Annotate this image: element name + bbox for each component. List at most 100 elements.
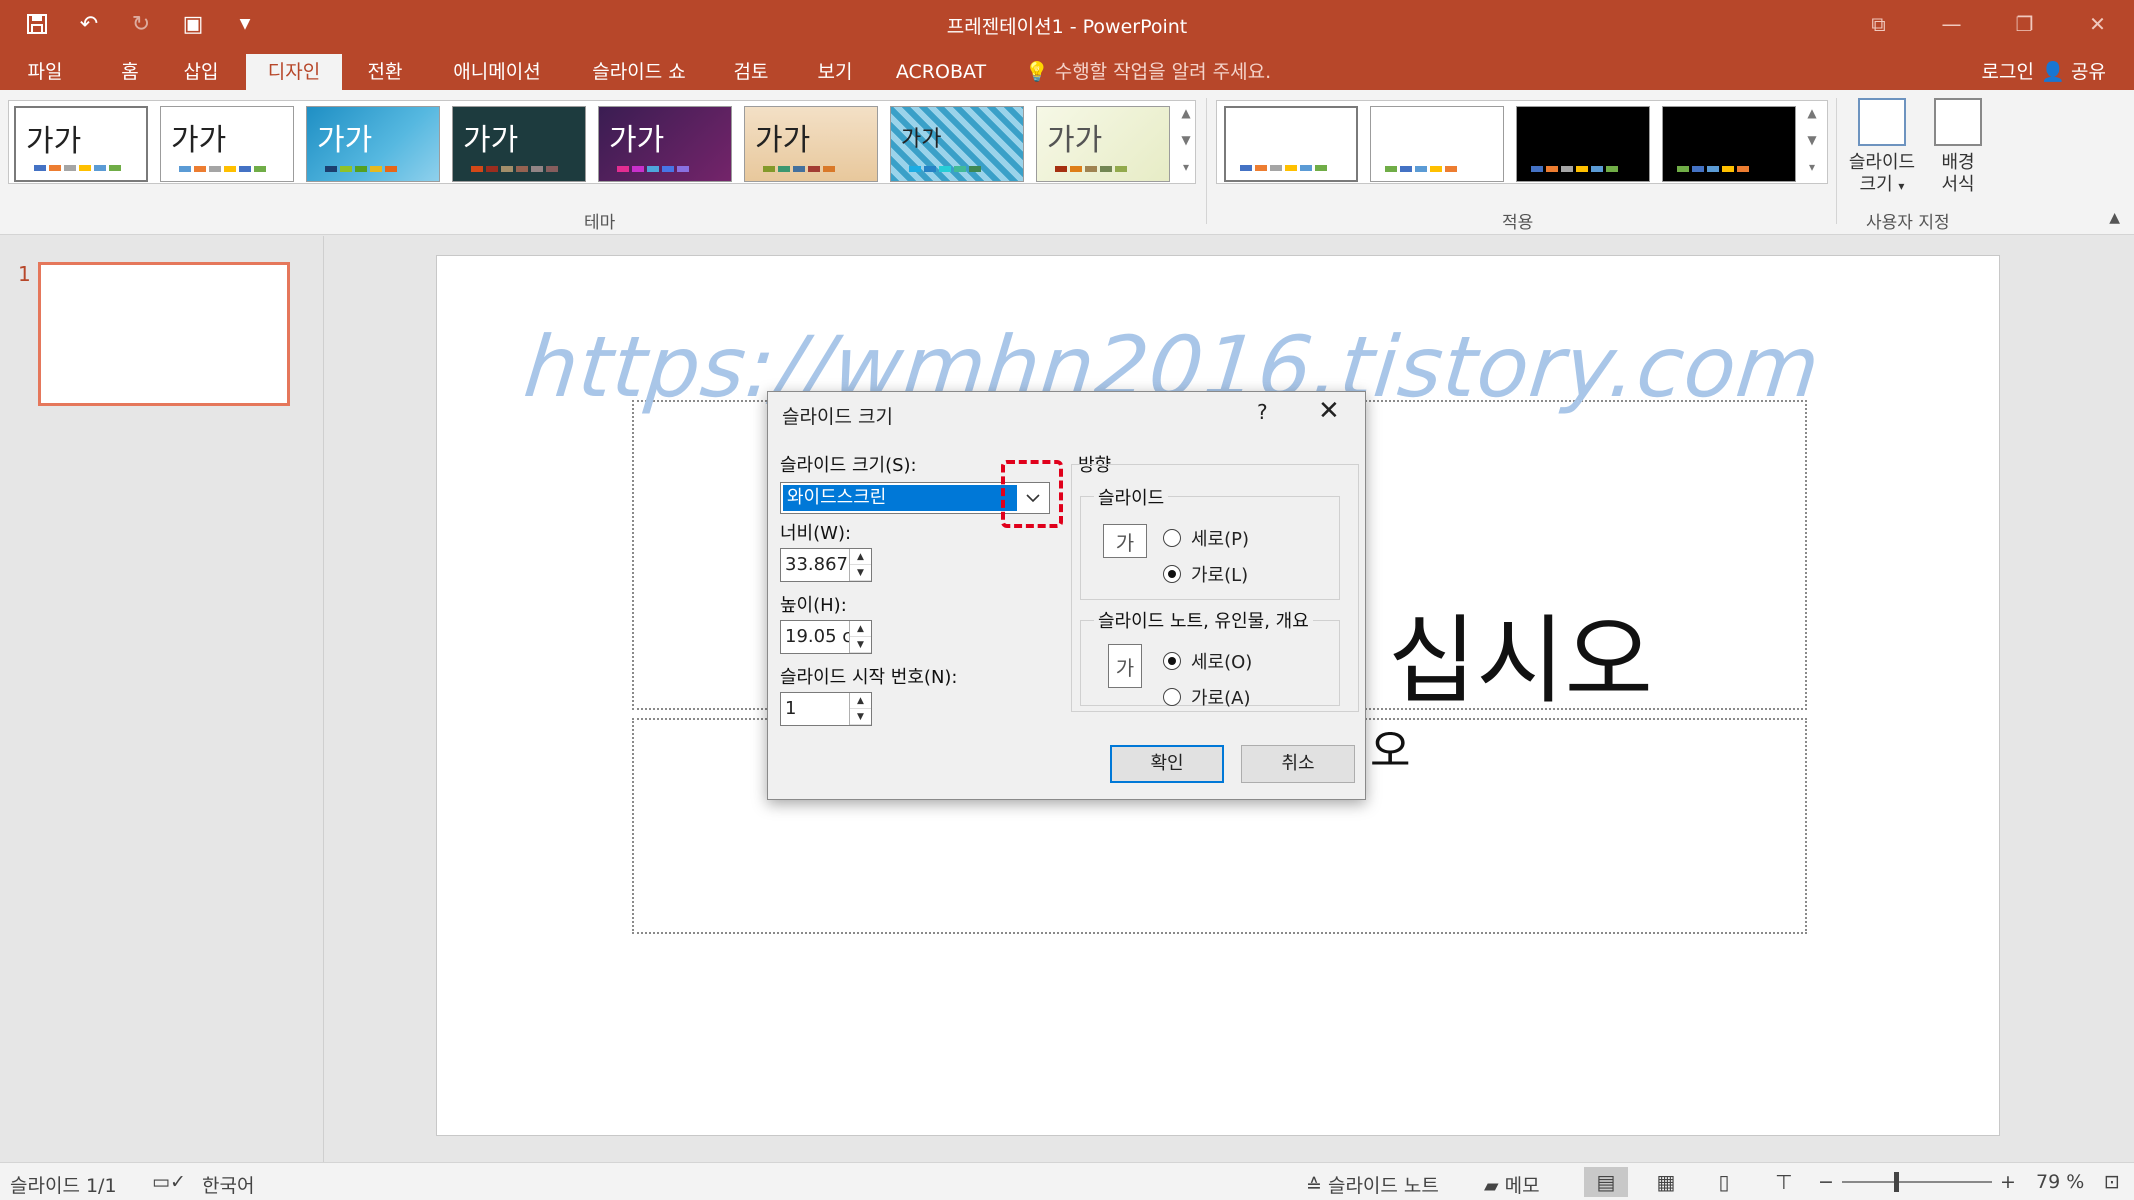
spell-check-icon[interactable]: ▭✓ xyxy=(152,1171,186,1193)
theme-wisp[interactable]: 가가 xyxy=(1036,106,1170,182)
slide-size-selected: 와이드스크린 xyxy=(783,485,1017,511)
close-icon[interactable]: ✕ xyxy=(1318,396,1340,426)
themes-scroll[interactable]: ▲ ▼ ▾ xyxy=(1176,100,1196,181)
zoom-in-icon[interactable]: + xyxy=(2000,1171,2016,1193)
variant-4[interactable] xyxy=(1662,106,1796,182)
variant-2[interactable] xyxy=(1370,106,1504,182)
reading-view-icon[interactable]: ▯ xyxy=(1702,1167,1746,1197)
window-controls: ⧉ — ❐ ✕ xyxy=(1842,0,2134,48)
chevron-down-icon: ▾ xyxy=(1898,179,1905,193)
slides-portrait-option[interactable]: 세로(P) xyxy=(1163,525,1249,551)
slide-sorter-icon[interactable]: ▦ xyxy=(1644,1167,1688,1197)
slide-size-dialog: 슬라이드 크기 ? ✕ 슬라이드 크기(S): 와이드스크린 너비(W): 33… xyxy=(767,391,1366,800)
tab-transitions[interactable]: 전환 xyxy=(352,54,418,90)
width-stepper[interactable]: 33.867 cm ▲▼ xyxy=(780,548,872,582)
spin-down-icon[interactable]: ▼ xyxy=(850,565,871,581)
spin-down-icon[interactable]: ▼ xyxy=(850,709,871,725)
theme-sample-text: 가가 xyxy=(901,127,942,152)
share-button[interactable]: 👤 공유 xyxy=(2041,54,2106,90)
group-separator xyxy=(1206,98,1207,224)
tab-acrobat[interactable]: ACROBAT xyxy=(886,54,996,90)
variants-scroll[interactable]: ▲ ▼ ▾ xyxy=(1802,100,1822,181)
status-bar: 슬라이드 1/1 ▭✓ 한국어 ≙ 슬라이드 노트 ▰ 메모 ▤ ▦ ▯ ⊤ −… xyxy=(0,1162,2134,1200)
comments-label: 메모 xyxy=(1504,1175,1540,1197)
page-icon-text: 가 xyxy=(1115,530,1135,555)
radio-button-selected[interactable] xyxy=(1163,565,1181,583)
theme-office-2[interactable]: 가가 xyxy=(160,106,294,182)
notes-landscape-label: 가로(A) xyxy=(1191,688,1251,709)
scroll-up-icon[interactable]: ▲ xyxy=(1807,100,1816,127)
slides-landscape-option[interactable]: 가로(L) xyxy=(1163,561,1248,587)
normal-view-icon[interactable]: ▤ xyxy=(1584,1167,1628,1197)
notes-icon: ≙ xyxy=(1306,1175,1322,1197)
zoom-slider[interactable] xyxy=(1842,1181,1992,1183)
more-icon[interactable]: ▾ xyxy=(1809,154,1815,181)
height-value: 19.05 cm xyxy=(785,626,849,647)
language-indicator[interactable]: 한국어 xyxy=(202,1171,254,1198)
ribbon-tabs: 파일 홈 삽입 디자인 전환 애니메이션 슬라이드 쇼 검토 보기 ACROBA… xyxy=(0,48,2134,90)
tab-animations[interactable]: 애니메이션 xyxy=(436,54,558,90)
theme-facet[interactable]: 가가 xyxy=(306,106,440,182)
theme-office[interactable]: 가가 xyxy=(14,106,148,182)
zoom-level[interactable]: 79 % xyxy=(2036,1171,2084,1193)
fit-to-window-icon[interactable]: ⊡ xyxy=(2104,1171,2120,1193)
spin-up-icon[interactable]: ▲ xyxy=(850,621,871,637)
cancel-button[interactable]: 취소 xyxy=(1241,745,1355,783)
slideshow-view-icon[interactable]: ⊤ xyxy=(1762,1167,1806,1197)
start-number-stepper[interactable]: 1 ▲ ▼ xyxy=(780,692,872,726)
start-number-value: 1 xyxy=(785,698,797,719)
scroll-down-icon[interactable]: ▼ xyxy=(1181,127,1190,154)
tab-insert[interactable]: 삽입 xyxy=(170,54,232,90)
variant-1[interactable] xyxy=(1224,106,1358,182)
comments-button[interactable]: ▰ 메모 xyxy=(1484,1171,1540,1198)
tab-home[interactable]: 홈 xyxy=(100,54,160,90)
tab-design[interactable]: 디자인 xyxy=(246,54,342,90)
notes-button[interactable]: ≙ 슬라이드 노트 xyxy=(1306,1171,1439,1198)
slides-pane: 1 xyxy=(0,236,324,1162)
help-button[interactable]: ? xyxy=(1257,400,1268,424)
notes-portrait-option[interactable]: 세로(O) xyxy=(1163,648,1252,674)
scroll-up-icon[interactable]: ▲ xyxy=(1181,100,1190,127)
format-background-icon xyxy=(1934,98,1982,146)
radio-button-selected[interactable] xyxy=(1163,652,1181,670)
minimize-icon[interactable]: — xyxy=(1915,0,1988,48)
tab-view[interactable]: 보기 xyxy=(800,54,870,90)
login-link[interactable]: 로그인 xyxy=(1982,54,2034,90)
zoom-slider-thumb[interactable] xyxy=(1894,1172,1899,1192)
more-icon[interactable]: ▾ xyxy=(1183,154,1189,181)
theme-organic[interactable]: 가가 xyxy=(744,106,878,182)
theme-pattern[interactable]: 가가 xyxy=(890,106,1024,182)
comment-icon: ▰ xyxy=(1484,1175,1499,1197)
format-background-button[interactable]: 배경 서식 xyxy=(1918,98,1998,196)
variant-3[interactable] xyxy=(1516,106,1650,182)
spin-up-icon[interactable]: ▲ xyxy=(850,693,871,709)
spin-down-icon[interactable]: ▼ xyxy=(850,637,871,653)
slides-group-label: 슬라이드 xyxy=(1094,484,1169,510)
slide-size-button[interactable]: 슬라이드 크기 ▾ xyxy=(1842,98,1922,197)
theme-integral[interactable]: 가가 xyxy=(452,106,586,182)
width-label: 너비(W): xyxy=(780,523,852,544)
tab-slideshow[interactable]: 슬라이드 쇼 xyxy=(578,54,700,90)
lightbulb-icon: 💡 xyxy=(1025,61,1049,83)
theme-ion[interactable]: 가가 xyxy=(598,106,732,182)
spin-up-icon[interactable]: ▲ xyxy=(850,549,871,565)
scroll-down-icon[interactable]: ▼ xyxy=(1807,127,1816,154)
ribbon: 가가 가가 가가 가가 가가 가가 가가 가가 ▲ ▼ ▾ 테마 ▲ ▼ ▾ 적… xyxy=(0,90,2134,235)
ribbon-display-options-icon[interactable]: ⧉ xyxy=(1842,0,1915,48)
ok-button[interactable]: 확인 xyxy=(1110,745,1224,783)
radio-button[interactable] xyxy=(1163,688,1181,706)
close-icon[interactable]: ✕ xyxy=(2061,0,2134,48)
tab-review[interactable]: 검토 xyxy=(718,54,784,90)
collapse-ribbon-icon[interactable]: ▲ xyxy=(2109,210,2120,226)
radio-button[interactable] xyxy=(1163,529,1181,547)
slide-thumbnail[interactable] xyxy=(38,262,290,406)
notes-landscape-option[interactable]: 가로(A) xyxy=(1163,684,1250,710)
height-stepper[interactable]: 19.05 cm ▲▼ xyxy=(780,620,872,654)
theme-sample-text: 가가 xyxy=(317,123,373,158)
variants-group-label: 적용 xyxy=(1502,213,1534,233)
restore-icon[interactable]: ❐ xyxy=(1988,0,2061,48)
tell-me-box[interactable]: 💡 수행할 작업을 알려 주세요. xyxy=(1025,54,1271,90)
tab-file[interactable]: 파일 xyxy=(12,54,78,90)
zoom-out-icon[interactable]: − xyxy=(1818,1171,1834,1193)
notes-portrait-label: 세로(O) xyxy=(1191,652,1253,673)
